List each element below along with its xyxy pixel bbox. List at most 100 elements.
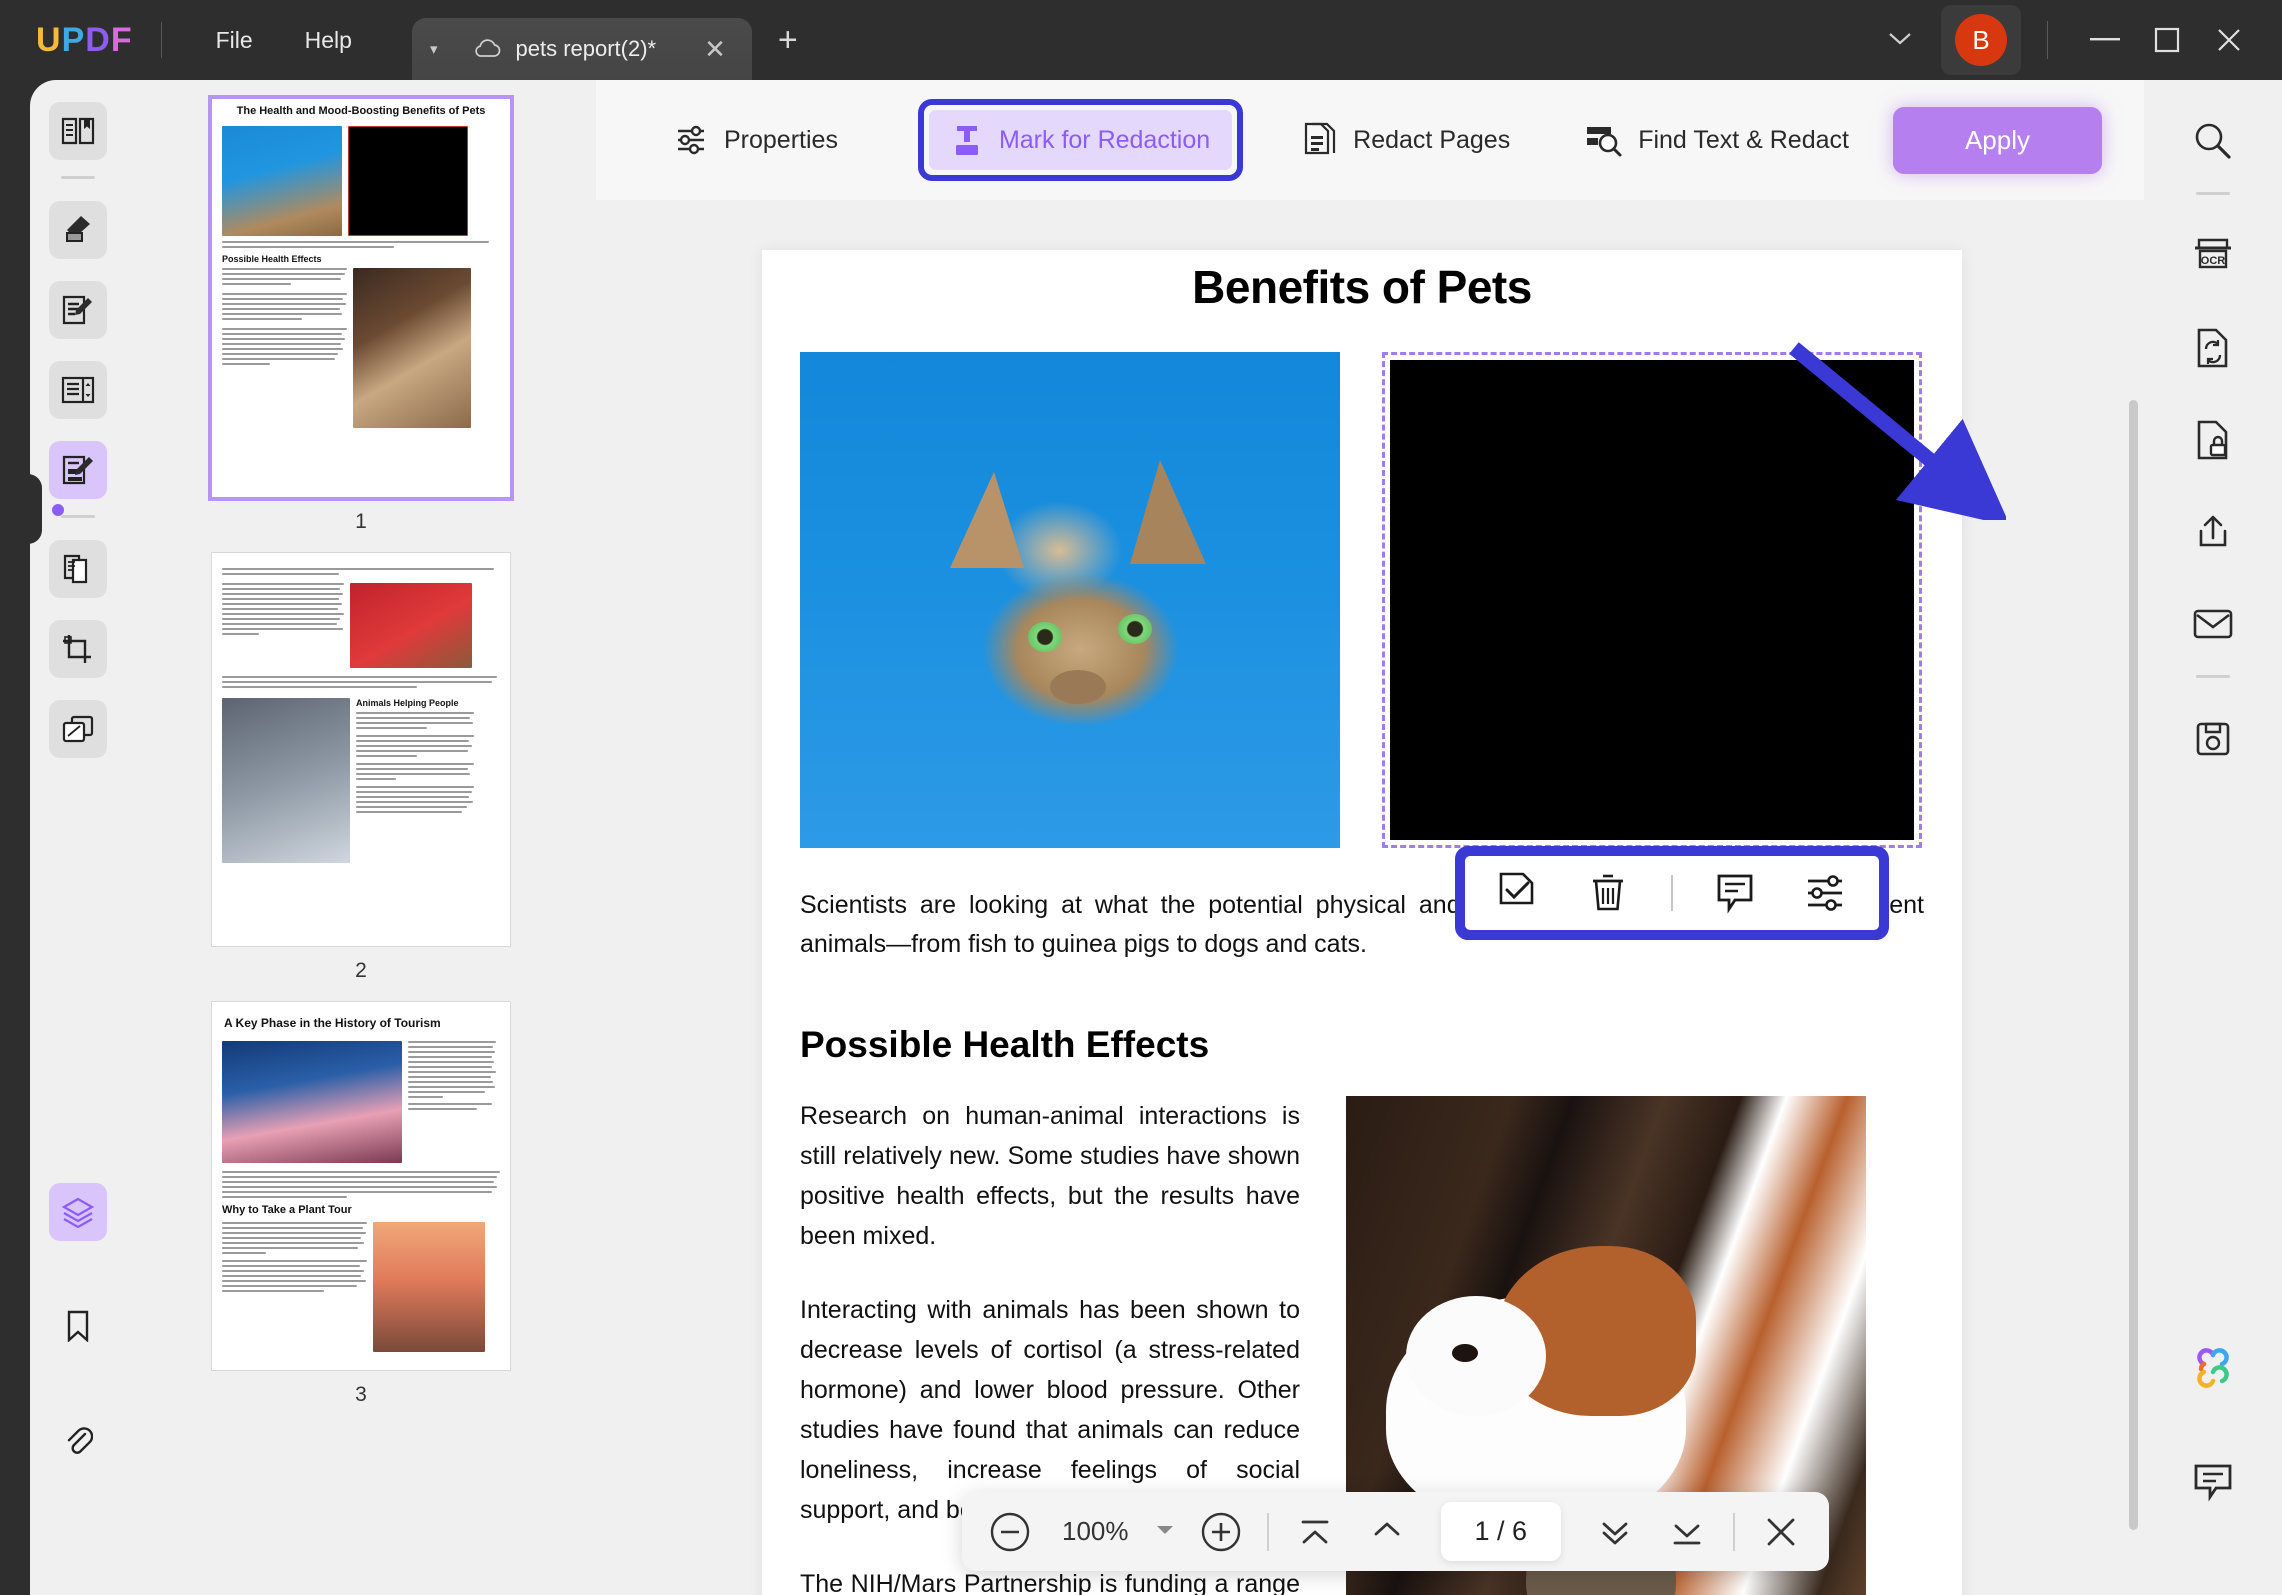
envelope-icon [2193, 609, 2233, 639]
share-button[interactable] [2144, 501, 2282, 563]
tab-list-caret-icon[interactable]: ▾ [430, 40, 438, 58]
redaction-properties-button[interactable] [1799, 866, 1853, 920]
properties-button[interactable]: Properties [654, 109, 858, 171]
chevron-down-icon[interactable] [1887, 29, 1913, 52]
sidebar-item-redact[interactable] [30, 441, 126, 499]
sidebar-item-bookmarks[interactable] [30, 1297, 126, 1355]
redaction-float-toolbar [1465, 856, 1879, 930]
thumb-redaction-box [348, 125, 468, 236]
sidebar-item-annotate[interactable] [30, 201, 126, 259]
prev-page-icon [1374, 1522, 1399, 1535]
next-page-button[interactable] [1589, 1506, 1641, 1558]
sidebar-item-convert[interactable] [30, 540, 126, 598]
menu-help[interactable]: Help [279, 17, 378, 64]
ocr-button[interactable]: OCR [2144, 225, 2282, 287]
document-tab[interactable]: ▾ pets report(2)* ✕ [411, 18, 752, 80]
document-scrollbar[interactable] [2129, 400, 2138, 1530]
apply-redaction-button[interactable] [1491, 866, 1545, 920]
page-indicator[interactable]: 1 / 6 [1440, 1502, 1562, 1561]
comment-bubble-icon [2194, 1464, 2232, 1502]
redact-pages-button[interactable]: Redact Pages [1283, 108, 1530, 172]
share-upload-icon [2199, 515, 2227, 547]
page-heading: Possible Health Effects [800, 1023, 1210, 1065]
window-maximize-button[interactable] [2136, 14, 2198, 66]
sliders-icon [1808, 875, 1842, 911]
save-button[interactable] [2144, 708, 2282, 770]
close-navbar-button[interactable] [1755, 1506, 1807, 1558]
account-button[interactable]: B [1941, 5, 2021, 75]
sidebar-item-organize[interactable] [30, 700, 126, 758]
sidebar-item-attachments[interactable] [30, 1411, 126, 1469]
window-close-button[interactable] [2198, 14, 2260, 66]
save-disk-icon [2196, 722, 2230, 756]
ocr-icon: OCR [2195, 238, 2231, 269]
sidebar-item-page-layout[interactable] [30, 361, 126, 419]
add-comment-button[interactable] [1709, 866, 1763, 920]
thumb-heading-1: Possible Health Effects [222, 253, 322, 264]
app-body: The Health and Mood-Boosting Benefits of… [0, 80, 2282, 1595]
logo-letter-p: P [61, 20, 86, 59]
rail-separator-1 [61, 176, 95, 179]
delete-redaction-button[interactable] [1581, 866, 1635, 920]
apply-button[interactable]: Apply [1892, 106, 2102, 174]
comments-button[interactable] [2144, 1451, 2282, 1513]
title-bar: U P D F File Help ▾ pets report(2)* ✕ + … [0, 0, 2282, 80]
nav-separator-2 [1733, 1512, 1736, 1551]
titlebar-right-group: B [1887, 5, 2282, 75]
zoom-out-button[interactable] [984, 1506, 1036, 1558]
sidebar-item-crop[interactable] [30, 620, 126, 678]
right-rail-separator-1 [2196, 192, 2230, 195]
zoom-level-value[interactable]: 100% [1056, 1516, 1135, 1547]
rail-active-dot [52, 504, 64, 516]
mark-for-redaction-label: Mark for Redaction [998, 125, 1211, 154]
thumbnail-page-3[interactable]: A Key Phase in the History of Tourism Wh… [211, 1001, 511, 1407]
redaction-mark-box[interactable] [1390, 360, 1914, 840]
cloud-icon [472, 38, 502, 60]
zoom-dropdown-caret-icon[interactable] [1155, 1523, 1175, 1540]
page-title: Benefits of Pets [1192, 261, 1532, 313]
search-button[interactable] [2144, 110, 2282, 172]
logo-letter-u: U [36, 20, 62, 59]
thumbnail-panel[interactable]: The Health and Mood-Boosting Benefits of… [126, 80, 596, 1595]
search-icon [2195, 123, 2231, 159]
window-minimize-button[interactable] [2074, 14, 2136, 66]
document-copy-icon [63, 554, 88, 584]
prev-page-button[interactable] [1361, 1506, 1413, 1558]
sidebar-item-reader[interactable] [30, 102, 126, 160]
ai-clover-icon [2197, 1348, 2229, 1388]
protect-button[interactable] [2144, 409, 2282, 471]
redact-pen-icon [62, 455, 93, 485]
email-button[interactable] [2144, 593, 2282, 655]
first-page-button[interactable] [1289, 1506, 1341, 1558]
bookmark-icon [67, 1310, 89, 1342]
layers-icon [61, 1197, 95, 1228]
paperclip-icon [67, 1427, 93, 1454]
properties-label: Properties [724, 125, 838, 154]
sidebar-item-edit-pdf[interactable] [30, 281, 126, 339]
redaction-selection[interactable] [1382, 352, 1922, 848]
tab-close-icon[interactable]: ✕ [696, 32, 734, 67]
ai-assistant-button[interactable] [2144, 1337, 2282, 1399]
last-page-button[interactable] [1661, 1506, 1713, 1558]
document-viewer[interactable]: Benefits of Pets Scientists are looking … [596, 200, 2144, 1595]
find-text-redact-button[interactable]: Find Text & Redact [1564, 109, 1869, 171]
zoom-in-button[interactable] [1195, 1506, 1247, 1558]
thumbnail-page-1[interactable]: The Health and Mood-Boosting Benefits of… [208, 95, 514, 534]
find-search-icon [1587, 127, 1622, 157]
cat-photo [800, 352, 1340, 848]
new-tab-button[interactable]: + [778, 21, 798, 60]
menu-file[interactable]: File [190, 17, 279, 64]
svg-text:OCR: OCR [2201, 255, 2226, 267]
rail-active-indicator [28, 474, 42, 544]
document-pencil-icon [62, 295, 92, 325]
sidebar-item-layers[interactable] [30, 1183, 126, 1241]
redact-pages-label: Redact Pages [1353, 125, 1511, 154]
first-page-icon [1301, 1520, 1328, 1543]
sliders-icon [678, 125, 704, 155]
nav-separator-1 [1266, 1512, 1269, 1551]
thumb-dog-photo [353, 267, 471, 428]
convert-button[interactable] [2144, 317, 2282, 379]
mark-for-redaction-button[interactable]: Mark for Redaction [928, 110, 1233, 170]
right-tool-rail: OCR [2144, 80, 2282, 1595]
thumbnail-page-2[interactable]: Animals Helping People 2 [211, 552, 511, 983]
